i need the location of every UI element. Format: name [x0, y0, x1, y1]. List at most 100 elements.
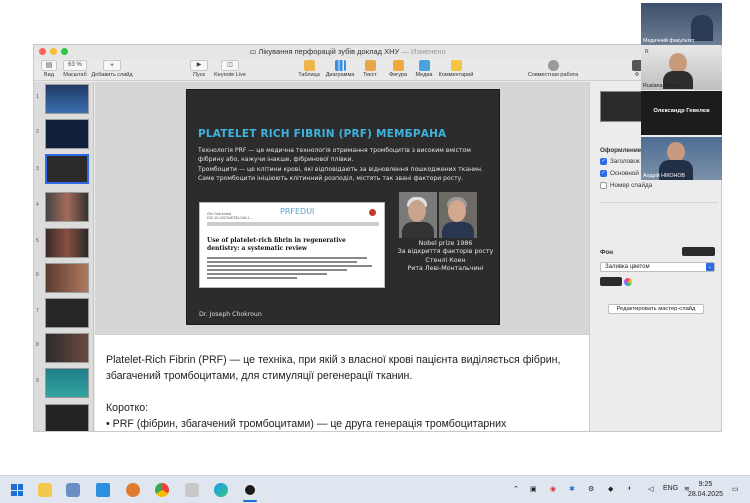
slide-number: 3: [36, 166, 39, 172]
body: [442, 222, 474, 238]
slide-number: 7: [36, 308, 39, 314]
app-icon[interactable]: [185, 483, 199, 497]
fill-type-select[interactable]: Заливка цветом ⌄: [600, 262, 715, 272]
background-heading: Фон: [600, 249, 614, 256]
slide-thumbnail-3-selected[interactable]: [45, 154, 89, 184]
taskbar: ⌃ ▣ ◉ ✱ ⚙ ◆ ◐ ◁ ENG ≋ 9:25 28.04.2025 ▭: [0, 475, 750, 503]
active-app-indicator: [243, 500, 257, 502]
text-icon: [364, 60, 376, 71]
color-wheel-icon[interactable]: [624, 278, 632, 286]
background-color-swatch[interactable]: [682, 247, 715, 256]
table-button[interactable]: Таблица: [297, 59, 321, 81]
portrait-photo-cohen: [439, 192, 477, 238]
notes-line: • PRF (фібрин, збагачений тромбоцитами) …: [106, 418, 507, 430]
notes-line: Platelet-Rich Fibrin (PRF) — це техніка,…: [106, 354, 561, 366]
keynote-live-button[interactable]: ◫ Keynote Live: [214, 59, 246, 81]
view-icon: ▤: [41, 60, 57, 71]
divider: [600, 202, 718, 203]
firefox-icon[interactable]: [126, 483, 140, 497]
slide-number: 1: [36, 94, 39, 100]
media-player-icon[interactable]: [243, 483, 257, 497]
edge-icon[interactable]: [214, 483, 228, 497]
slide-thumbnail-5[interactable]: [45, 228, 89, 258]
video-tile-kovach[interactable]: R Ruslana Kovach: [641, 47, 722, 90]
start-button-windows-icon[interactable]: [11, 484, 23, 496]
table-icon: [303, 60, 315, 71]
fill-color-swatch[interactable]: [600, 277, 622, 286]
participant-face: [669, 53, 687, 73]
design-heading: Оформление: [600, 147, 642, 154]
video-tile-nikonov[interactable]: Андрій НІКОНОВ: [641, 137, 722, 180]
chart-icon: [334, 60, 346, 71]
shape-button[interactable]: Фигура: [386, 59, 410, 81]
slide-thumbnail-10[interactable]: [45, 404, 89, 431]
notes-line: збагачений тромбоцитами, для стимуляції …: [106, 370, 413, 382]
media-button[interactable]: Медиа: [412, 59, 436, 81]
slide-thumbnail-4[interactable]: [45, 192, 89, 222]
checkbox-unchecked-icon: [600, 182, 607, 189]
layout-thumbnail[interactable]: [600, 91, 642, 122]
nobel-caption[interactable]: Nobel prize 1986 За відкриття факторів р…: [393, 240, 498, 274]
slide-thumbnail-9[interactable]: [45, 368, 89, 398]
video-tile-gevelev[interactable]: Олександр Гевелєв: [641, 91, 722, 135]
app-icon[interactable]: [96, 483, 110, 497]
text-button[interactable]: Текст: [359, 59, 381, 81]
chevron-down-icon: ⌄: [706, 263, 714, 271]
current-slide[interactable]: PLATELET RICH FIBRIN (PRF) МЕМБРАНА Техн…: [186, 89, 500, 325]
author-line: [207, 273, 327, 275]
zoom-menu[interactable]: 63 % Масштаб: [62, 59, 88, 81]
speaker-icon[interactable]: ◁: [648, 485, 653, 493]
tray-app-icon[interactable]: ⚙: [588, 485, 594, 493]
play-button[interactable]: ▶ Пуск: [188, 59, 210, 81]
tray-app-icon[interactable]: ◆: [608, 485, 613, 493]
chrome-icon[interactable]: [155, 483, 169, 497]
comment-button[interactable]: Комментарий: [436, 59, 476, 81]
title-bar: ▭ Лікування перфорацій зубів доклад ХНУ …: [34, 45, 721, 59]
edited-label: — Изменено: [401, 47, 446, 56]
language-indicator[interactable]: ENG: [663, 485, 678, 492]
slide-footer[interactable]: Dr. Joseph Chokroun: [199, 311, 262, 318]
tray-app-icon[interactable]: ▣: [530, 485, 537, 493]
toolbar: ▤ Вид 63 % Масштаб + Добавить слайд ▶ Пу…: [34, 59, 721, 81]
slide-thumbnail-1[interactable]: [45, 84, 89, 114]
chevron-up-icon[interactable]: ⌃: [513, 485, 519, 493]
tray-app-icon[interactable]: ◉: [550, 485, 556, 493]
app-icon[interactable]: [66, 483, 80, 497]
slide-paragraph-1[interactable]: Технологія PRF — це медична технологія о…: [198, 147, 498, 164]
slide-number: 9: [36, 378, 39, 384]
paper-journal: Clin Oral Invest DOI 10.1007/s00784-016-…: [207, 212, 253, 220]
bluetooth-icon[interactable]: ✱: [569, 485, 575, 493]
slide-thumbnail-8[interactable]: [45, 333, 89, 363]
slide-title[interactable]: PLATELET RICH FIBRIN (PRF) МЕМБРАНА: [198, 128, 446, 140]
paper-divider: [207, 222, 379, 226]
comment-icon: [450, 60, 462, 71]
edit-master-slide-button[interactable]: Редактировать мастер-слайд: [608, 304, 704, 314]
notifications-icon[interactable]: ▭: [732, 485, 739, 493]
slide-number-checkbox[interactable]: Номер слайда: [600, 182, 652, 189]
collaborate-button[interactable]: Совместная работа: [526, 59, 580, 81]
chart-button[interactable]: Диаграмма: [324, 59, 356, 81]
slide-paragraph-2[interactable]: Тромбоцити — це клітини крові, які відпо…: [198, 166, 498, 183]
clock[interactable]: 9:25 28.04.2025: [688, 480, 723, 500]
slide-thumbnail-6[interactable]: [45, 263, 89, 293]
slide-thumbnail-7[interactable]: [45, 298, 89, 328]
view-button[interactable]: ▤ Вид: [38, 59, 60, 81]
article-screenshot[interactable]: Clin Oral Invest DOI 10.1007/s00784-016-…: [199, 202, 385, 288]
add-slide-button[interactable]: + Добавить слайд: [90, 59, 134, 81]
author-line: [207, 257, 367, 259]
slide-number: 8: [36, 342, 39, 348]
checkbox-checked-icon: ✓: [600, 158, 607, 165]
file-explorer-icon[interactable]: [38, 483, 52, 497]
presenter-notes[interactable]: Platelet-Rich Fibrin (PRF) — це техніка,…: [95, 334, 623, 431]
title-checkbox[interactable]: ✓ Заголовок: [600, 158, 640, 165]
body-checkbox[interactable]: ✓ Основной т: [600, 170, 644, 177]
keynote-window: ▭ Лікування перфорацій зубів доклад ХНУ …: [33, 44, 722, 432]
video-tile-faculty[interactable]: Медичний факультет: [641, 3, 722, 45]
slide-thumbnail-2[interactable]: [45, 119, 89, 149]
slide-number: 5: [36, 238, 39, 244]
slide-number: 2: [36, 129, 39, 135]
tray-app-icon[interactable]: ◐: [628, 485, 632, 492]
play-icon: ▶: [190, 60, 208, 71]
plus-icon: +: [103, 60, 121, 71]
paper-heading: Use of platelet-rich fibrin in regenerat…: [207, 237, 346, 252]
